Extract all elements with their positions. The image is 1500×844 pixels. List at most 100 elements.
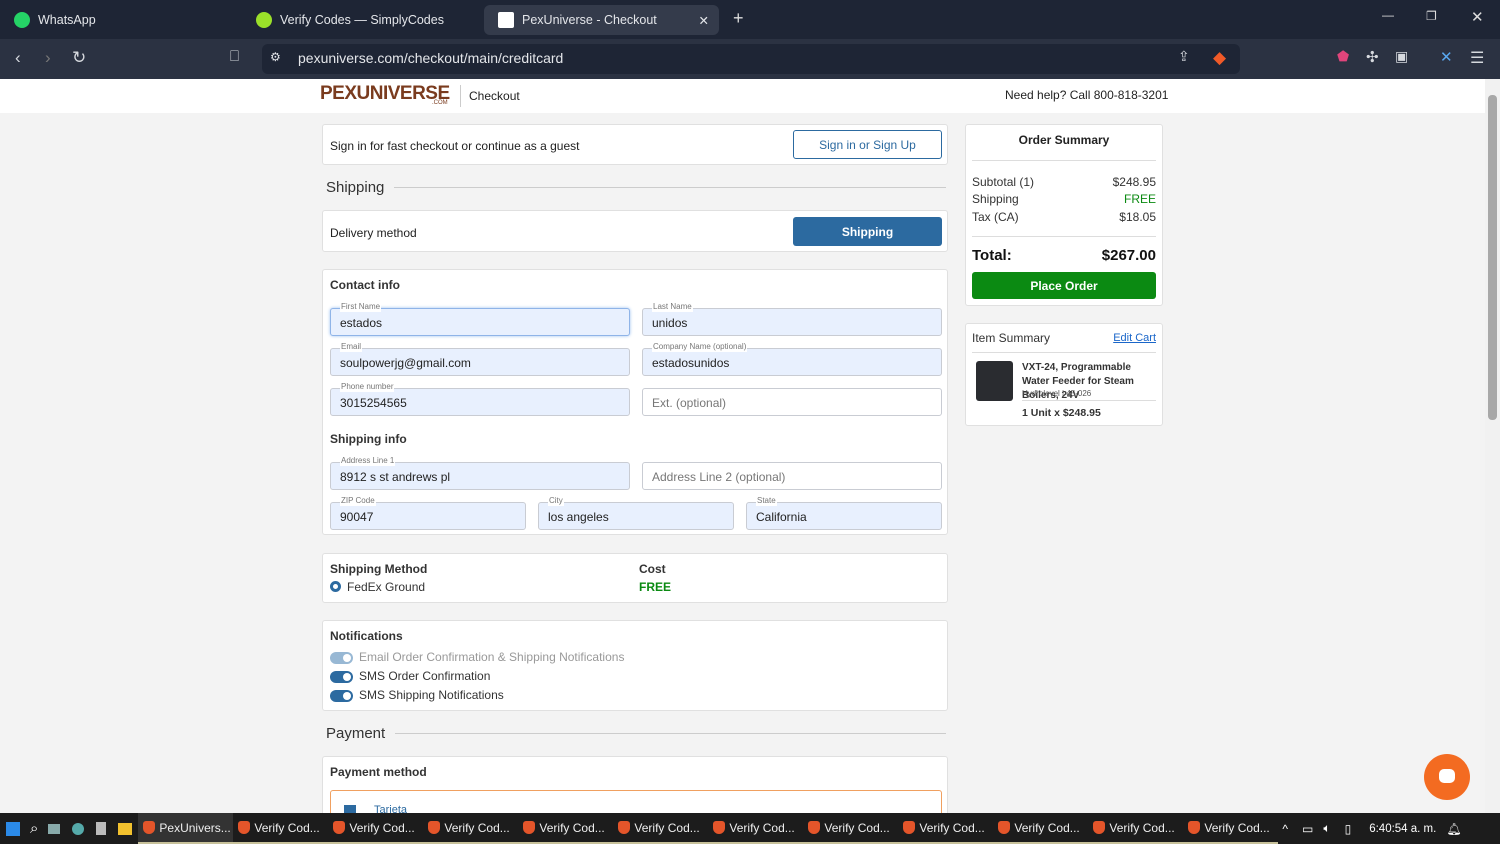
reload-icon[interactable]: ↻ <box>72 48 86 68</box>
sms-shipping-toggle[interactable]: SMS Shipping Notifications <box>330 688 504 702</box>
file-explorer-icon[interactable] <box>118 822 133 835</box>
windows-start-icon[interactable] <box>6 821 20 836</box>
email-notifications-toggle[interactable]: Email Order Confirmation & Shipping Noti… <box>330 650 624 664</box>
volume-icon[interactable]: 🔈︎ <box>1323 821 1330 836</box>
extensions-icon[interactable]: ✣ <box>1366 48 1379 66</box>
bookmark-icon[interactable]: ⎕ <box>230 48 239 65</box>
taskbar-label: PexUnivers... <box>159 820 231 835</box>
pexuniverse-logo[interactable]: PEXUNIVERSE <box>320 83 450 105</box>
notification-bell-icon[interactable]: 🔔︎ <box>1446 822 1461 836</box>
help-phone[interactable]: Need help? Call 800-818-3201 <box>1005 88 1168 102</box>
taskbar-item[interactable]: Verify Cod... <box>328 813 424 844</box>
brave-icon <box>808 821 821 834</box>
clock[interactable]: 6:40:54 a. m. <box>1369 823 1436 835</box>
tray-chevron-icon[interactable]: ^ <box>1282 822 1288 836</box>
field-label: Company Name (optional) <box>652 342 748 352</box>
order-summary-card: Order Summary Subtotal (1) $248.95 Shipp… <box>965 124 1163 306</box>
share-icon[interactable]: ⇪ <box>1178 48 1190 65</box>
shipping-info-heading: Shipping info <box>330 432 407 446</box>
camera-app-icon[interactable] <box>48 823 61 834</box>
site-settings-icon[interactable]: ⚙ <box>270 50 281 64</box>
taskbar-item[interactable]: Verify Cod... <box>708 813 804 844</box>
field-value: California <box>756 510 807 524</box>
network-icon[interactable]: ▭ <box>1302 822 1313 836</box>
sidebar-icon[interactable]: ▣ <box>1395 48 1408 65</box>
brave-icon <box>1188 821 1201 834</box>
scrollbar[interactable] <box>1485 79 1500 813</box>
taskbar-item[interactable]: Verify Cod... <box>1088 813 1184 844</box>
taskbar-label: Verify Cod... <box>634 820 700 835</box>
last-name-field[interactable]: Last Name unidos <box>642 302 942 336</box>
taskbar-item[interactable]: Verify Cod... <box>803 813 899 844</box>
forward-icon[interactable]: › <box>45 48 51 68</box>
extension-icon[interactable]: ✕ <box>1440 48 1453 66</box>
field-value: unidos <box>652 316 688 330</box>
divider <box>972 160 1156 161</box>
sign-in-button[interactable]: Sign in or Sign Up <box>793 130 942 159</box>
close-tab-icon[interactable]: ✕ <box>699 13 709 28</box>
brave-shield-icon[interactable]: ◆ <box>1213 48 1226 68</box>
brave-icon <box>998 821 1011 834</box>
taskbar-item[interactable]: Verify Cod... <box>613 813 709 844</box>
address2-field[interactable]: Address Line 2 (optional) <box>642 462 942 490</box>
place-order-button[interactable]: Place Order <box>972 272 1156 299</box>
extension-shield-icon[interactable]: ⬟ <box>1337 48 1349 65</box>
taskbar-label: Verify Cod... <box>349 820 415 835</box>
edit-cart-link[interactable]: Edit Cart <box>1113 332 1156 344</box>
address-bar[interactable]: ⚙ pexuniverse.com/checkout/main/creditcar… <box>262 44 1240 74</box>
taskbar-item[interactable]: Verify Cod... <box>233 813 329 844</box>
first-name-field[interactable]: First Name estados <box>330 302 630 336</box>
back-icon[interactable]: ‹ <box>15 48 21 68</box>
option-label: FedEx Ground <box>347 580 426 594</box>
toggle-icon <box>330 689 353 702</box>
taskbar-item-pexuniverse[interactable]: PexUnivers... <box>138 813 234 844</box>
state-select[interactable]: State California <box>746 496 942 530</box>
company-field[interactable]: Company Name (optional) estadosunidos <box>642 342 942 376</box>
email-field[interactable]: Email soulpowerjg@gmail.com <box>330 342 630 376</box>
scrollbar-thumb[interactable] <box>1488 95 1497 420</box>
app-icon[interactable] <box>72 822 85 835</box>
tax-value: $18.05 <box>1119 210 1156 224</box>
maximize-button[interactable]: ❐ <box>1426 9 1437 23</box>
tab-pexuniverse[interactable]: PexUniverse - Checkout ✕ <box>484 5 719 35</box>
toggle-label: Email Order Confirmation & Shipping Noti… <box>359 650 625 664</box>
battery-icon[interactable]: ▯ <box>1345 822 1352 836</box>
taskbar-item[interactable]: Verify Cod... <box>1183 813 1279 844</box>
shipping-heading: Shipping <box>326 179 946 196</box>
sms-order-toggle[interactable]: SMS Order Confirmation <box>330 669 490 683</box>
city-field[interactable]: City los angeles <box>538 496 734 530</box>
search-icon[interactable]: ⌕ <box>30 820 38 837</box>
subtotal-value: $248.95 <box>1112 175 1156 189</box>
taskbar-item[interactable]: Verify Cod... <box>518 813 614 844</box>
toggle-icon <box>330 651 353 664</box>
new-tab-button[interactable]: + <box>733 8 744 29</box>
taskbar-label: Verify Cod... <box>444 820 510 835</box>
brave-icon <box>143 821 156 834</box>
phone-field[interactable]: Phone number 3015254565 <box>330 382 630 416</box>
calculator-icon[interactable] <box>96 822 107 835</box>
menu-icon[interactable]: ☰ <box>1470 48 1484 68</box>
taskbar-item[interactable]: Verify Cod... <box>898 813 994 844</box>
tab-verify-codes[interactable]: Verify Codes — SimplyCodes <box>242 5 482 35</box>
shipping-label: Shipping <box>972 192 1019 206</box>
logo-sub: .COM <box>432 100 448 106</box>
order-summary-title: Order Summary <box>1018 133 1110 147</box>
taskbar-item[interactable]: Verify Cod... <box>423 813 519 844</box>
heading-text: Payment <box>326 725 386 742</box>
contact-shipping-card: Contact info First Name estados Last Name… <box>322 269 948 535</box>
tab-whatsapp[interactable]: WhatsApp <box>0 5 240 35</box>
ext-field[interactable]: Ext. (optional) <box>642 388 942 416</box>
cost-heading: Cost <box>639 562 666 576</box>
shipping-delivery-button[interactable]: Shipping <box>793 217 942 246</box>
zip-field[interactable]: ZIP Code 90047 <box>330 496 526 530</box>
product-image[interactable] <box>976 361 1013 401</box>
close-window-button[interactable]: ✕ <box>1471 8 1484 26</box>
field-label: ZIP Code <box>340 496 376 506</box>
chat-button[interactable] <box>1424 754 1470 800</box>
minimize-button[interactable]: — <box>1382 8 1394 22</box>
brave-icon <box>428 821 441 834</box>
address1-field[interactable]: Address Line 1 8912 s st andrews pl <box>330 456 630 490</box>
taskbar-label: Verify Cod... <box>919 820 985 835</box>
fedex-ground-radio[interactable]: FedEx Ground <box>330 580 425 594</box>
taskbar-item[interactable]: Verify Cod... <box>993 813 1089 844</box>
